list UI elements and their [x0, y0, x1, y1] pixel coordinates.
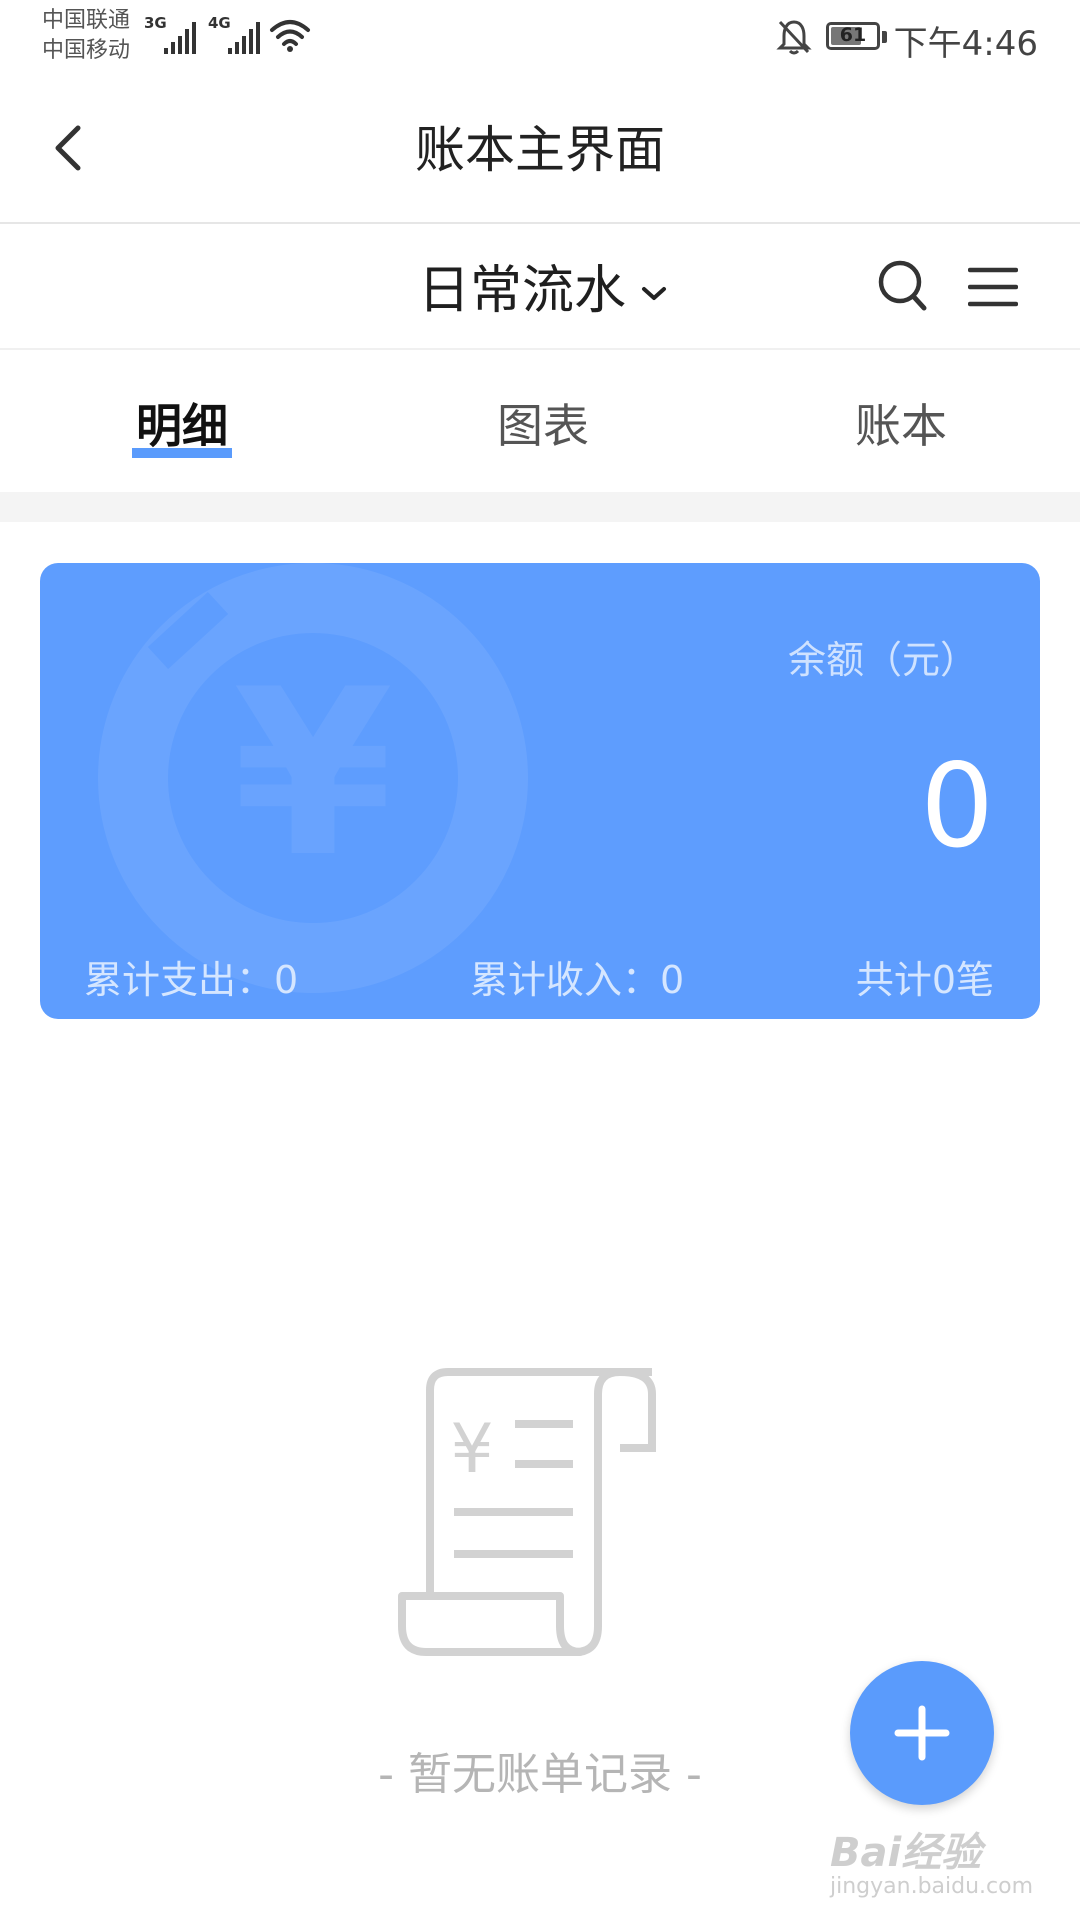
status-bar: 中国联通 中国移动 3G 4G 61 下午4:46 [0, 0, 1080, 74]
watermark-site: jingyan.baidu.com [830, 1874, 1034, 1899]
current-book-selector[interactable]: 日常流水 [418, 248, 626, 323]
page-title: 账本主界面 [415, 121, 665, 179]
svg-text:¥: ¥ [450, 1410, 493, 1489]
balance-amount: 0 [920, 739, 994, 874]
wifi-icon [270, 20, 310, 52]
svg-text:¥: ¥ [233, 641, 393, 908]
tab-bar: 明细 图表 账本 [0, 352, 1080, 492]
watermark-brand: Bai经验 [830, 1830, 982, 1876]
balance-card: ¥ 余额（元） 0 累计支出：0 累计收入：0 共计0笔 [40, 563, 1040, 1019]
menu-icon[interactable] [968, 266, 1018, 310]
tab-charts[interactable]: 图表 [443, 390, 643, 456]
battery-percent: 61 [839, 24, 867, 46]
carrier-2: 中国移动 [42, 38, 131, 63]
battery-tip [882, 31, 887, 43]
total-expense: 累计支出：0 [84, 958, 299, 1002]
section-divider [0, 492, 1080, 522]
status-time: 下午4:46 [893, 24, 1038, 64]
receipt-icon: ¥ [398, 1368, 656, 1656]
balance-label: 余额（元） [787, 638, 978, 682]
tab-details[interactable]: 明细 [82, 390, 282, 456]
carrier-1: 中国联通 [42, 8, 131, 33]
signal-icon [228, 22, 260, 54]
battery-icon: 61 [826, 22, 880, 50]
carrier-names: 中国联通 中国移动 [42, 6, 130, 66]
app-header: 账本主界面 [0, 74, 1080, 224]
plus-icon [894, 1705, 950, 1761]
search-icon[interactable] [876, 258, 930, 314]
total-income: 累计收入：0 [470, 958, 685, 1002]
chevron-down-icon[interactable] [640, 284, 668, 304]
add-record-button[interactable] [850, 1661, 994, 1805]
bell-off-icon [776, 20, 812, 55]
ledger-main-screen: 中国联通 中国移动 3G 4G 61 下午4:46 账本主界面 日常流水 明细 … [0, 0, 1080, 1920]
signal-icon [164, 22, 196, 54]
tab-books[interactable]: 账本 [801, 390, 1001, 456]
book-selector-bar: 日常流水 [0, 226, 1080, 350]
record-count: 共计0笔 [855, 958, 994, 1002]
